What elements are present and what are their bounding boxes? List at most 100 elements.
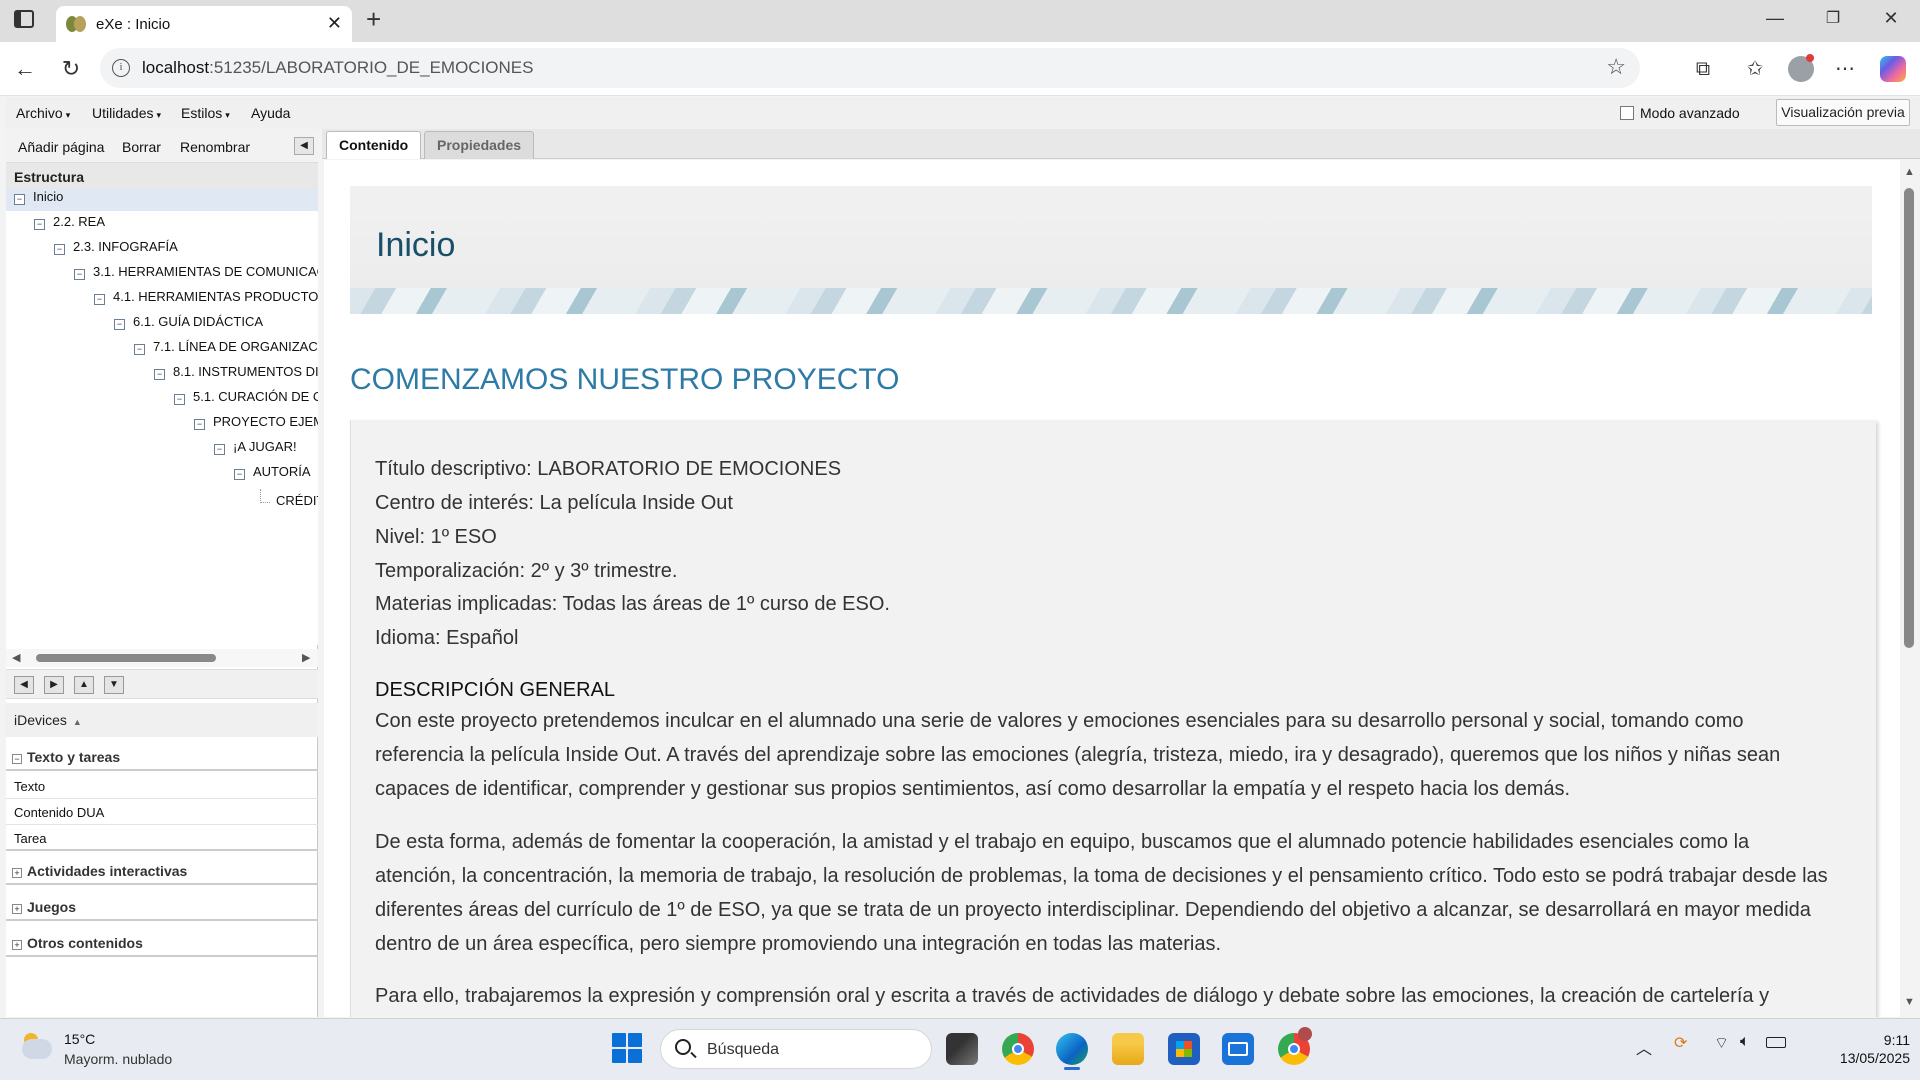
tree-node[interactable]: − Inicio: [6, 189, 318, 211]
collapse-icon[interactable]: −: [214, 444, 225, 455]
tree-node[interactable]: −4.1. HERRAMIENTAS PRODUCTO: [94, 289, 318, 311]
taskbar-search[interactable]: Búsqueda: [660, 1029, 932, 1069]
close-tab-icon[interactable]: ✕: [327, 13, 342, 34]
address-bar[interactable]: i localhost:51235/LABORATORIO_DE_EMOCION…: [100, 48, 1640, 88]
chevron-up-icon[interactable]: ︿: [1636, 1035, 1652, 1059]
paragraph: Con este proyecto pretendemos inculcar e…: [375, 710, 1781, 800]
tab-contenido[interactable]: Contenido: [326, 131, 422, 159]
collapse-panel-icon[interactable]: ◀: [294, 137, 314, 155]
info-icon[interactable]: i: [112, 59, 130, 77]
chrome-profile-icon[interactable]: [1278, 1027, 1312, 1065]
collapse-icon[interactable]: −: [114, 319, 125, 330]
description-heading: DESCRIPCIÓN GENERAL: [375, 679, 616, 701]
tree-node[interactable]: −2.2. REA: [34, 214, 105, 236]
more-icon[interactable]: ⋯: [1830, 54, 1860, 84]
menu-ayuda[interactable]: Ayuda: [251, 105, 290, 121]
maximize-icon[interactable]: ❐: [1818, 8, 1848, 28]
tree-node[interactable]: CRÉDIT: [260, 489, 318, 511]
scrollbar-thumb[interactable]: [1904, 188, 1914, 648]
wifi-icon[interactable]: ⌔: [1714, 1033, 1729, 1053]
mail-icon[interactable]: [1222, 1033, 1254, 1065]
menu-estilos[interactable]: Estilos ▾: [181, 105, 230, 121]
copilot-icon[interactable]: [1880, 56, 1906, 82]
clock[interactable]: 9:11 13/05/2025: [1810, 1031, 1910, 1067]
collapse-icon[interactable]: −: [154, 369, 165, 380]
weather-widget[interactable]: 15°C Mayorm. nublado: [20, 1029, 200, 1073]
url-text[interactable]: localhost:51235/LABORATORIO_DE_EMOCIONES: [142, 58, 534, 78]
scrollbar-thumb[interactable]: [36, 654, 216, 662]
preview-button[interactable]: Visualización previa: [1776, 99, 1910, 126]
weather-desc: Mayorm. nublado: [64, 1051, 173, 1067]
favorite-star-icon[interactable]: ☆: [1606, 54, 1626, 80]
clock-date: 13/05/2025: [1839, 1050, 1910, 1066]
collapse-icon[interactable]: −: [54, 244, 65, 255]
scroll-left-icon[interactable]: ◀: [12, 651, 20, 664]
category-texto-tareas[interactable]: − Texto y tareas: [6, 743, 318, 771]
profile-icon[interactable]: [1788, 54, 1814, 82]
add-page-button[interactable]: Añadir página: [18, 139, 104, 155]
rename-button[interactable]: Renombrar: [180, 139, 250, 155]
tree-node[interactable]: − ¡A JUGAR!: [214, 439, 297, 461]
tree-horizontal-scrollbar[interactable]: ◀ ▶: [6, 649, 318, 667]
new-tab-icon[interactable]: +: [366, 4, 381, 35]
edge-icon[interactable]: [1056, 1033, 1088, 1070]
scroll-up-icon[interactable]: ▲: [1904, 166, 1915, 178]
category-otros[interactable]: + Otros contenidos: [6, 929, 318, 957]
category-juegos[interactable]: + Juegos: [6, 893, 318, 921]
task-view-icon[interactable]: [946, 1033, 978, 1065]
back-icon[interactable]: ←: [10, 54, 40, 84]
battery-icon[interactable]: [1766, 1037, 1786, 1048]
scroll-right-icon[interactable]: ▶: [302, 651, 310, 664]
collapse-icon[interactable]: −: [134, 344, 145, 355]
move-right-icon[interactable]: ▶: [44, 676, 64, 694]
content-vertical-scrollbar[interactable]: ▲ ▼: [1900, 160, 1920, 1017]
idevice-item[interactable]: Texto: [6, 773, 318, 799]
tree-node[interactable]: −5.1. CURACIÓN DE C: [174, 389, 318, 411]
tab-propiedades[interactable]: Propiedades: [424, 131, 535, 159]
extensions-icon[interactable]: ⧉: [1688, 54, 1718, 84]
category-actividades[interactable]: + Actividades interactivas: [6, 857, 318, 885]
menu-utilidades[interactable]: Utilidades ▾: [92, 105, 161, 121]
menu-archivo[interactable]: Archivo ▾: [16, 105, 70, 121]
modo-avanzado-toggle[interactable]: Modo avanzado: [1620, 105, 1740, 121]
collapse-icon[interactable]: −: [74, 269, 85, 280]
browser-tab[interactable]: eXe : Inicio ✕: [56, 6, 352, 42]
idevice-item[interactable]: Contenido DUA: [6, 799, 318, 825]
tree-node[interactable]: − AUTORÍA: [234, 464, 311, 486]
collapse-icon[interactable]: −: [174, 394, 185, 405]
collapse-icon[interactable]: −: [194, 419, 205, 430]
idevices-header[interactable]: iDevices ▲: [6, 703, 318, 737]
modo-avanzado-checkbox[interactable]: [1620, 106, 1634, 120]
tree-node[interactable]: −8.1. INSTRUMENTOS DI: [154, 364, 318, 386]
volume-muted-icon[interactable]: 🔈︎: [1740, 1033, 1750, 1051]
delete-button[interactable]: Borrar: [122, 139, 161, 155]
close-window-icon[interactable]: ✕: [1876, 8, 1906, 29]
reload-icon[interactable]: ↻: [56, 54, 86, 84]
collapse-icon[interactable]: −: [94, 294, 105, 305]
sync-icon[interactable]: ⟳: [1674, 1033, 1687, 1053]
collapse-icon[interactable]: −: [14, 194, 25, 205]
start-icon[interactable]: [612, 1033, 642, 1063]
tree-node[interactable]: −7.1. LÍNEA DE ORGANIZAC: [134, 339, 318, 361]
favorites-icon[interactable]: ✩: [1740, 54, 1770, 84]
collapse-icon[interactable]: −: [34, 219, 45, 230]
weather-temp: 15°C: [64, 1031, 96, 1047]
tab-actions-icon[interactable]: [14, 10, 34, 28]
store-icon[interactable]: [1168, 1033, 1200, 1065]
tree-node[interactable]: − PROYECTO EJEM: [194, 414, 318, 436]
scroll-down-icon[interactable]: ▼: [1904, 996, 1915, 1008]
idevice-item[interactable]: Tarea: [6, 825, 318, 851]
tree-node[interactable]: −2.3. INFOGRAFÍA: [54, 239, 178, 261]
content-area: Inicio COMENZAMOS NUESTRO PROYECTO Títul…: [324, 160, 1904, 1017]
move-up-icon[interactable]: ▲: [74, 676, 94, 694]
move-down-icon[interactable]: ▼: [104, 676, 124, 694]
file-explorer-icon[interactable]: [1112, 1033, 1144, 1065]
tree-node[interactable]: −6.1. GUÍA DIDÁCTICA: [114, 314, 263, 336]
tree-node[interactable]: −3.1. HERRAMIENTAS DE COMUNICAC: [74, 264, 318, 286]
collapse-icon[interactable]: −: [234, 469, 245, 480]
minimize-icon[interactable]: —: [1760, 8, 1790, 29]
chrome-icon[interactable]: [1002, 1033, 1034, 1065]
move-left-icon[interactable]: ◀: [14, 676, 34, 694]
expand-icon: +: [12, 940, 22, 950]
structure-toolbar: Añadir página Borrar Renombrar ◀: [6, 129, 318, 163]
